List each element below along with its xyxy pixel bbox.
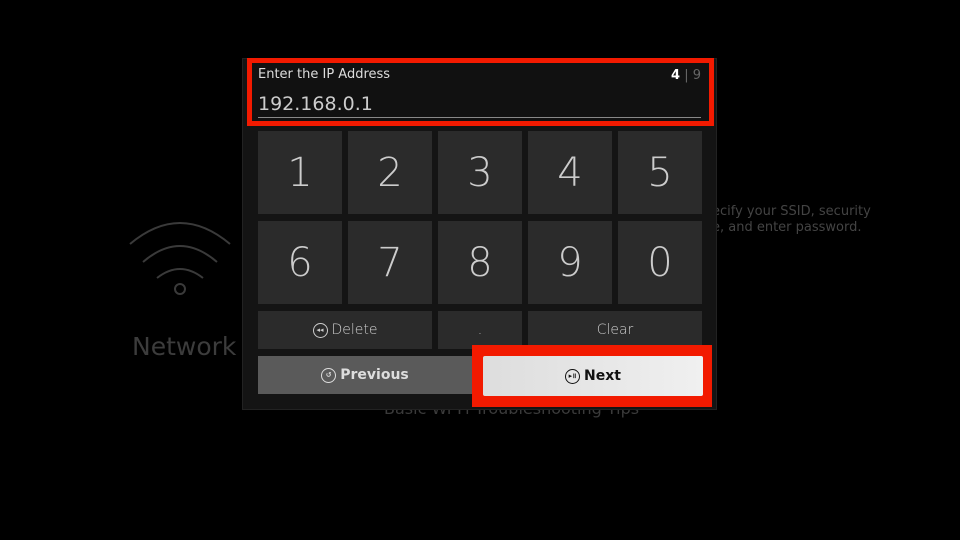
- key-9[interactable]: 9: [528, 221, 612, 304]
- key-4[interactable]: 4: [528, 131, 612, 214]
- key-3[interactable]: 3: [438, 131, 522, 214]
- back-icon: ↺: [321, 367, 337, 383]
- clear-button[interactable]: Clear: [528, 311, 702, 349]
- step-current: 4: [671, 68, 681, 83]
- field-underline: [258, 117, 701, 118]
- next-label: Next: [584, 368, 621, 384]
- key-0[interactable]: 0: [618, 221, 702, 304]
- network-label: Network: [132, 332, 237, 361]
- key-7[interactable]: 7: [348, 221, 432, 304]
- rewind-icon: ◂◂: [312, 322, 328, 338]
- step-total: 9: [692, 68, 701, 83]
- key-1[interactable]: 1: [258, 131, 342, 214]
- step-separator: |: [684, 68, 689, 83]
- wifi-icon: [129, 222, 231, 295]
- step-counter: 4 | 9: [671, 68, 701, 83]
- delete-button[interactable]: ◂◂ Delete: [258, 311, 432, 349]
- next-button[interactable]: ▸॥ Next: [483, 356, 703, 396]
- key-8[interactable]: 8: [438, 221, 522, 304]
- play-pause-icon: ▸॥: [565, 368, 581, 384]
- description-line: e, and enter password.: [712, 220, 862, 235]
- key-5[interactable]: 5: [618, 131, 702, 214]
- key-2[interactable]: 2: [348, 131, 432, 214]
- ip-address-field[interactable]: Enter the IP Address 4 | 9 192.168.0.1: [247, 58, 714, 126]
- key-dot[interactable]: .: [438, 311, 522, 349]
- ip-address-value: 192.168.0.1: [258, 93, 373, 115]
- key-6[interactable]: 6: [258, 221, 342, 304]
- previous-button[interactable]: ↺ Previous: [258, 356, 472, 394]
- network-description: ecify your SSID, security e, and enter p…: [712, 204, 871, 236]
- description-line: ecify your SSID, security: [712, 204, 871, 219]
- delete-label: Delete: [331, 322, 378, 338]
- field-label: Enter the IP Address: [258, 67, 391, 82]
- previous-label: Previous: [340, 367, 409, 383]
